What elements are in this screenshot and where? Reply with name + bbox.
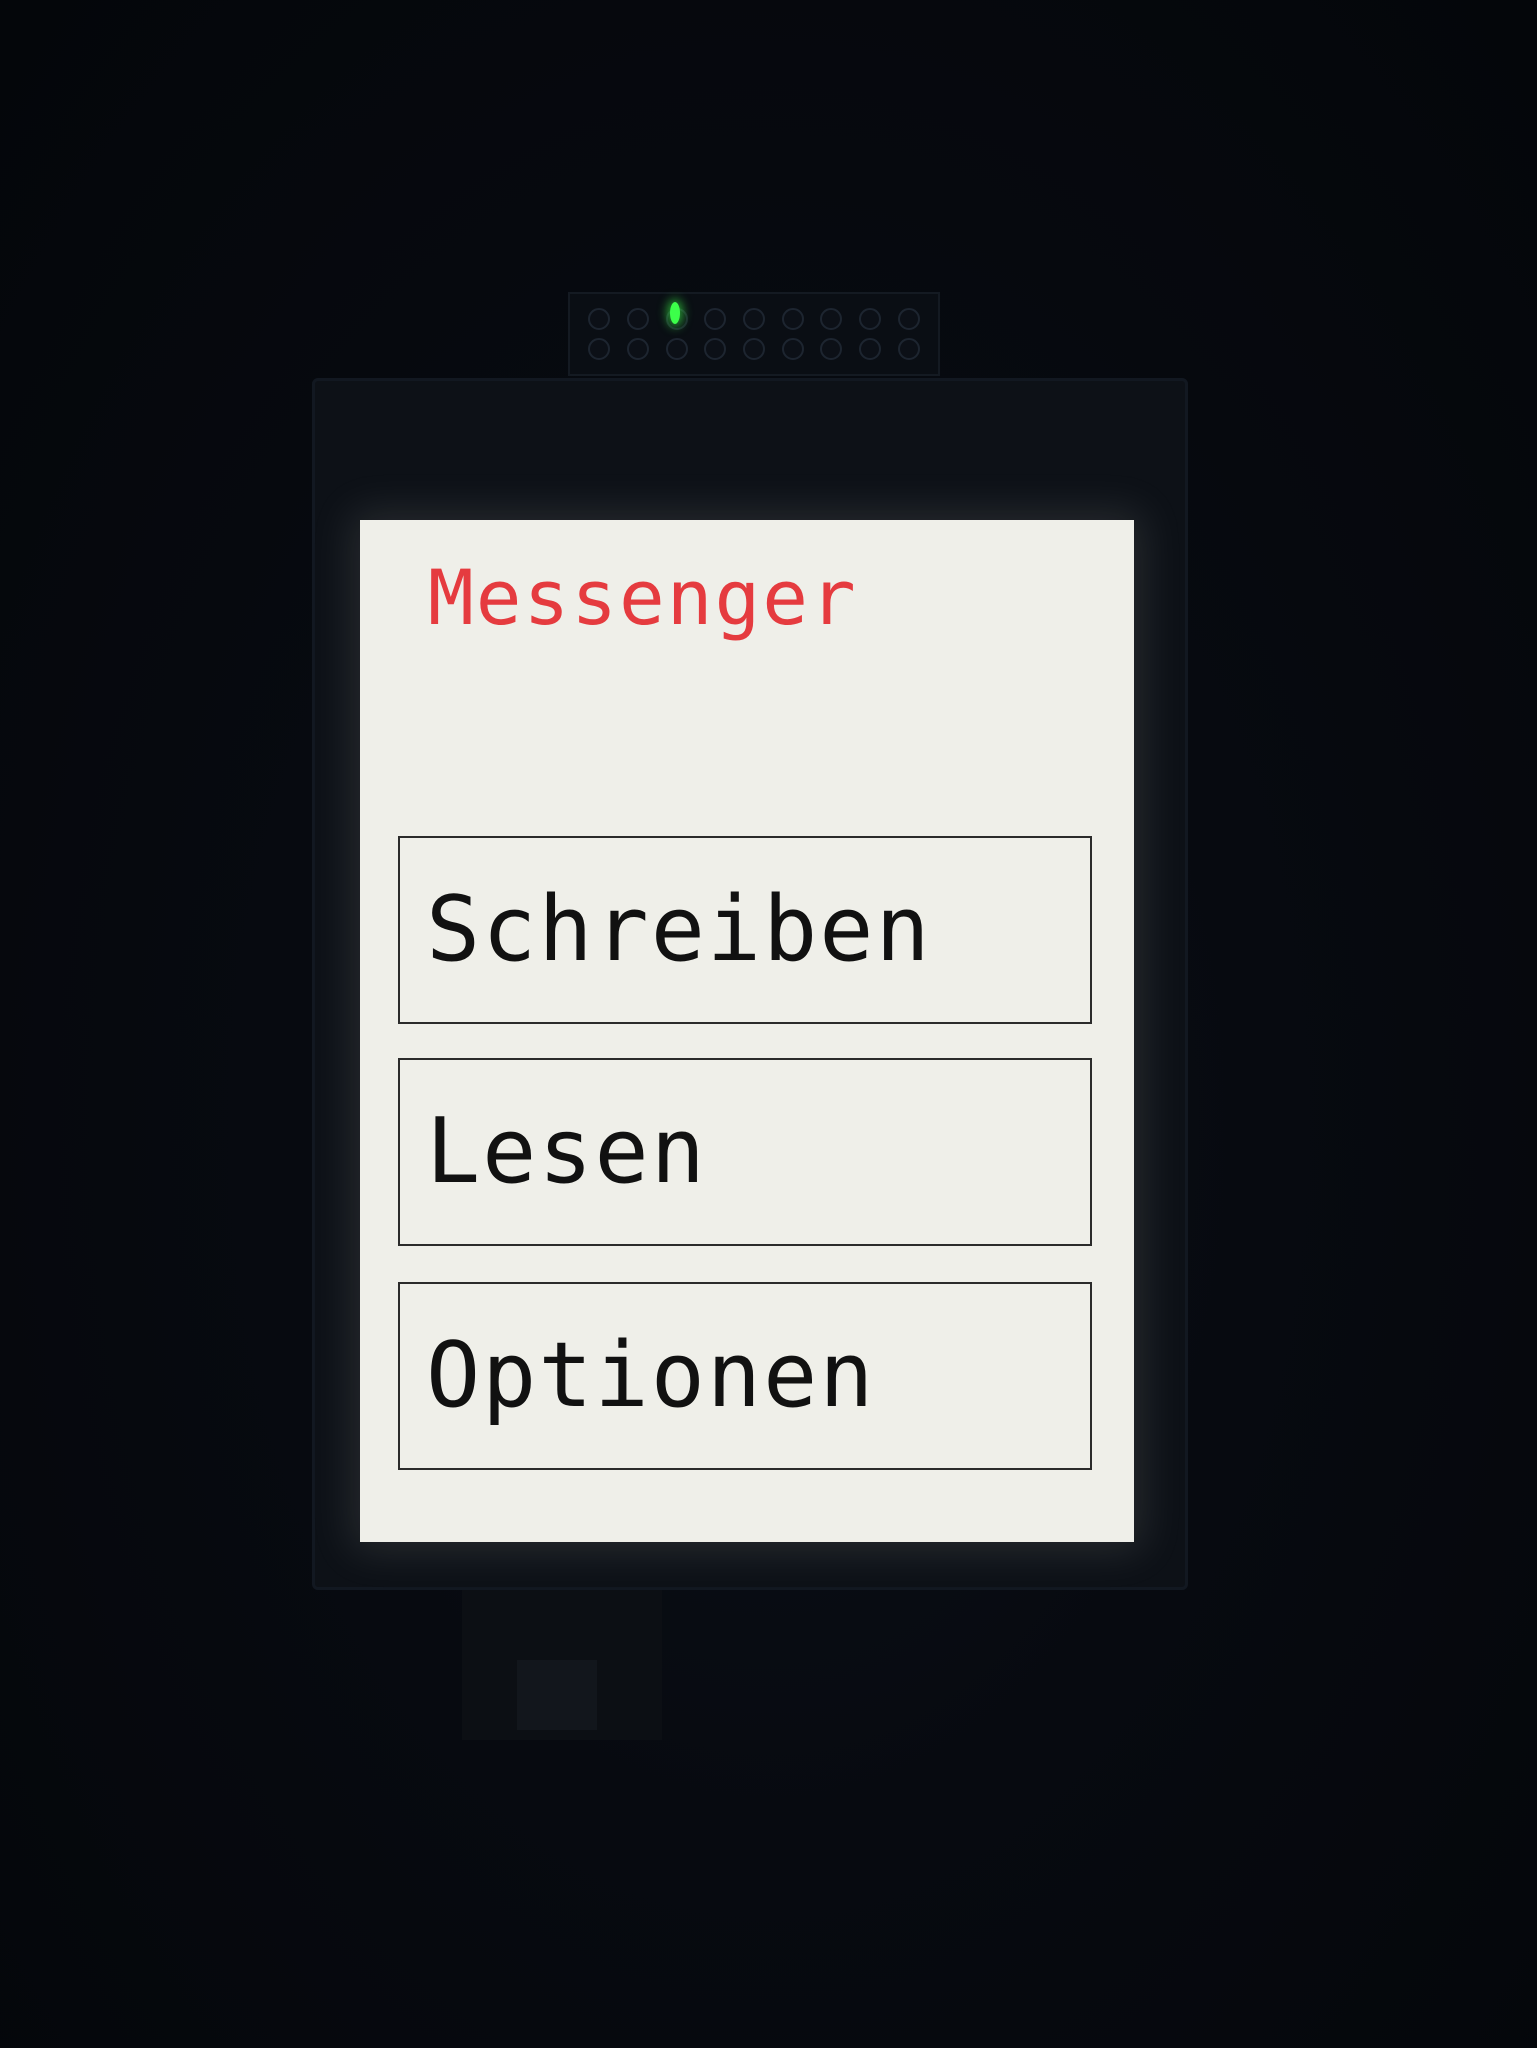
header-pin — [704, 338, 727, 360]
app-title: Messenger — [428, 553, 858, 642]
header-pin — [742, 308, 765, 330]
header-pin — [742, 338, 765, 360]
ribbon-connector — [462, 1590, 662, 1740]
write-button-label: Schreiben — [426, 877, 932, 982]
header-pin — [626, 308, 649, 330]
header-pin — [665, 338, 688, 360]
header-pin — [858, 338, 881, 360]
pin-header — [568, 292, 940, 376]
options-button-label: Optionen — [426, 1323, 876, 1428]
options-button[interactable]: Optionen — [398, 1282, 1092, 1470]
header-pin — [858, 308, 881, 330]
header-pin — [781, 308, 804, 330]
header-pin — [626, 338, 649, 360]
photo-scene: Messenger Schreiben Lesen Optionen — [0, 0, 1537, 2048]
header-pin — [820, 338, 843, 360]
header-pin — [781, 338, 804, 360]
write-button[interactable]: Schreiben — [398, 836, 1092, 1024]
header-pin — [820, 308, 843, 330]
header-pin — [588, 338, 611, 360]
read-button-label: Lesen — [426, 1099, 707, 1204]
read-button[interactable]: Lesen — [398, 1058, 1092, 1246]
lcd-screen: Messenger Schreiben Lesen Optionen — [360, 520, 1134, 1542]
header-pin — [897, 338, 920, 360]
header-pin — [897, 308, 920, 330]
header-pin — [704, 308, 727, 330]
header-pins — [580, 304, 928, 364]
header-pin — [588, 308, 611, 330]
status-led — [670, 302, 680, 324]
